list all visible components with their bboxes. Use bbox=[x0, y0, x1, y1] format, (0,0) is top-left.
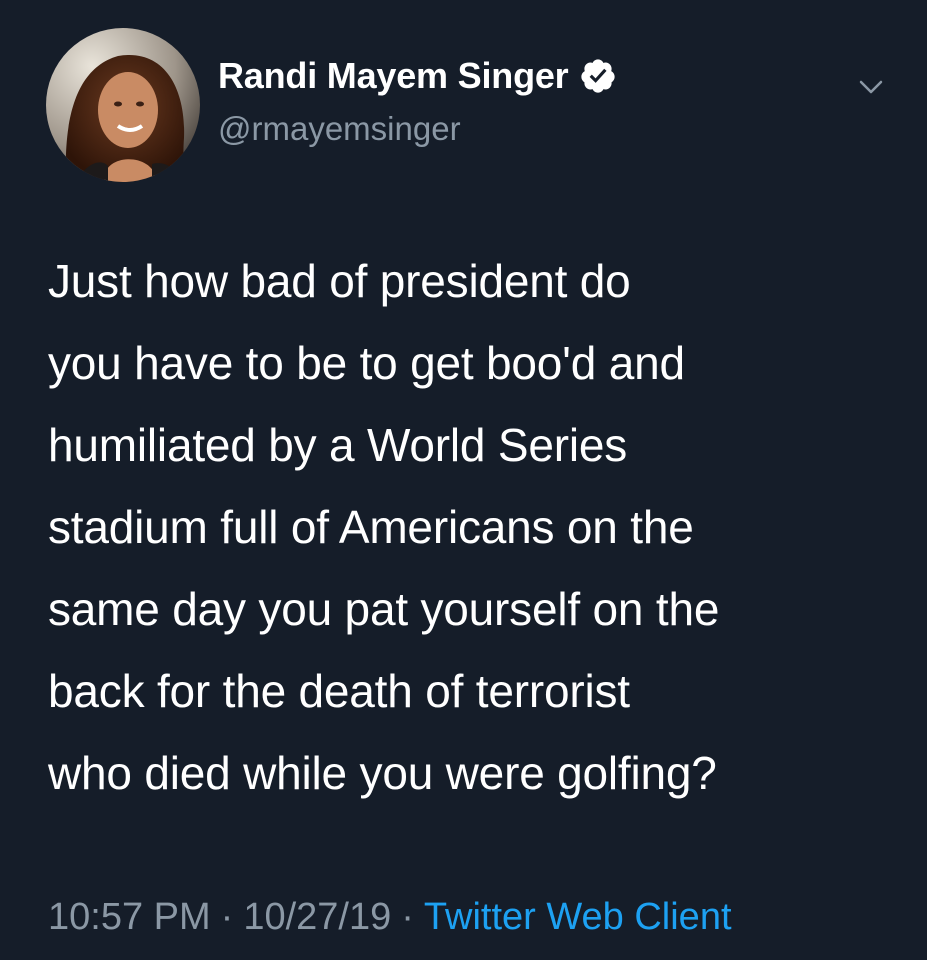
author-handle[interactable]: @rmayemsinger bbox=[218, 110, 461, 148]
chevron-down-icon[interactable] bbox=[856, 72, 886, 102]
tweet-client-link[interactable]: Twitter Web Client bbox=[424, 896, 732, 939]
tweet-card: Randi Mayem Singer @rmayemsinger Just ho… bbox=[0, 0, 927, 960]
tweet-metadata: 10:57 PM · 10/27/19 · Twitter Web Client bbox=[48, 896, 732, 939]
separator: · bbox=[401, 896, 414, 938]
verified-badge-icon bbox=[579, 57, 617, 95]
separator: · bbox=[220, 896, 234, 938]
tweet-text: Just how bad of president do you have to… bbox=[48, 255, 720, 799]
tweet-date[interactable]: 10/27/19 bbox=[243, 896, 391, 939]
tweet-time[interactable]: 10:57 PM bbox=[48, 896, 211, 939]
author-name-row: Randi Mayem Singer bbox=[218, 52, 617, 100]
avatar[interactable] bbox=[46, 28, 200, 182]
display-name[interactable]: Randi Mayem Singer bbox=[218, 55, 569, 97]
profile-photo-icon bbox=[46, 28, 200, 182]
